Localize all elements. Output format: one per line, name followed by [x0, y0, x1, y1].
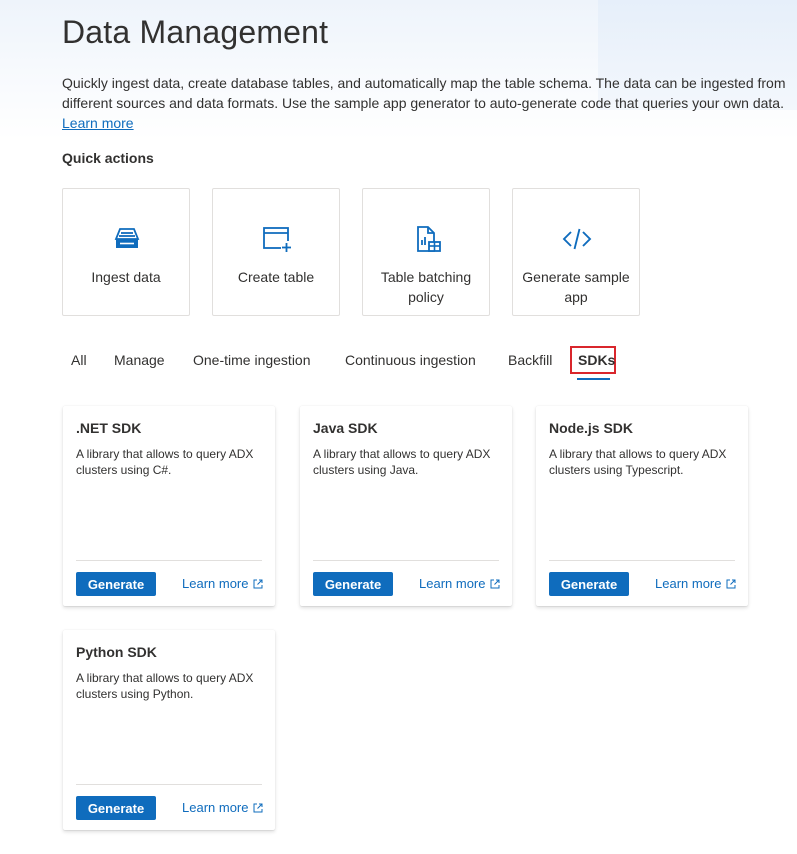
learn-more-label: Learn more — [182, 576, 249, 591]
learn-more-label: Learn more — [182, 800, 249, 815]
external-link-icon — [490, 579, 500, 589]
quick-action-label: Ingest data — [91, 269, 161, 285]
learn-more-link[interactable]: Learn more — [655, 576, 736, 591]
description-text: Quickly ingest data, create database tab… — [62, 75, 786, 111]
database-ingest-icon — [114, 228, 140, 248]
sdk-title: Python SDK — [76, 644, 157, 660]
sdk-card-python: Python SDK A library that allows to quer… — [63, 630, 275, 830]
learn-more-link[interactable]: Learn more — [419, 576, 500, 591]
card-divider — [549, 560, 735, 561]
page-title: Data Management — [62, 14, 329, 50]
card-divider — [76, 560, 262, 561]
generate-button[interactable]: Generate — [549, 572, 629, 596]
table-add-icon — [263, 227, 292, 252]
sdk-title: Node.js SDK — [549, 420, 634, 436]
tab-all[interactable]: All — [71, 352, 87, 368]
tab-continuous-ingestion[interactable]: Continuous ingestion — [345, 352, 476, 368]
quick-actions-title: Quick actions — [62, 150, 154, 166]
external-link-icon — [726, 579, 736, 589]
quick-action-label: Create table — [237, 269, 315, 285]
quick-action-label: Table batching policy — [380, 269, 472, 305]
create-table-card[interactable]: Create table — [212, 188, 340, 316]
sdk-description: A library that allows to query ADX clust… — [549, 447, 727, 477]
tab-manage[interactable]: Manage — [114, 352, 165, 368]
quick-action-label: Generate sample app — [522, 269, 630, 305]
sdk-card-dotnet: .NET SDK A library that allows to query … — [63, 406, 275, 606]
sdk-description: A library that allows to query ADX clust… — [313, 447, 491, 477]
external-link-icon — [253, 579, 263, 589]
learn-more-label: Learn more — [419, 576, 486, 591]
learn-more-link[interactable]: Learn more — [182, 800, 263, 815]
sdk-card-nodejs: Node.js SDK A library that allows to que… — [536, 406, 748, 606]
generate-sample-app-card[interactable]: Generate sample app — [512, 188, 640, 316]
card-divider — [313, 560, 499, 561]
card-divider — [76, 784, 262, 785]
generate-button[interactable]: Generate — [313, 572, 393, 596]
tab-one-time-ingestion[interactable]: One-time ingestion — [193, 352, 311, 368]
sdk-description: A library that allows to query ADX clust… — [76, 671, 254, 701]
external-link-icon — [253, 803, 263, 813]
sdk-title: .NET SDK — [76, 420, 142, 436]
sdk-title: Java SDK — [313, 420, 378, 436]
tab-sdks[interactable]: SDKs — [578, 352, 615, 368]
sdk-card-java: Java SDK A library that allows to query … — [300, 406, 512, 606]
page-description: Quickly ingest data, create database tab… — [62, 73, 790, 133]
learn-more-link[interactable]: Learn more — [182, 576, 263, 591]
ingest-data-card[interactable]: Ingest data — [62, 188, 190, 316]
active-tab-indicator — [577, 378, 610, 380]
generate-button[interactable]: Generate — [76, 796, 156, 820]
generate-button[interactable]: Generate — [76, 572, 156, 596]
tab-backfill[interactable]: Backfill — [508, 352, 552, 368]
learn-more-label: Learn more — [655, 576, 722, 591]
document-chart-icon — [417, 226, 441, 252]
sdk-description: A library that allows to query ADX clust… — [76, 447, 254, 477]
table-batching-policy-card[interactable]: Table batching policy — [362, 188, 490, 316]
learn-more-link[interactable]: Learn more — [62, 115, 134, 131]
code-icon — [562, 228, 592, 250]
